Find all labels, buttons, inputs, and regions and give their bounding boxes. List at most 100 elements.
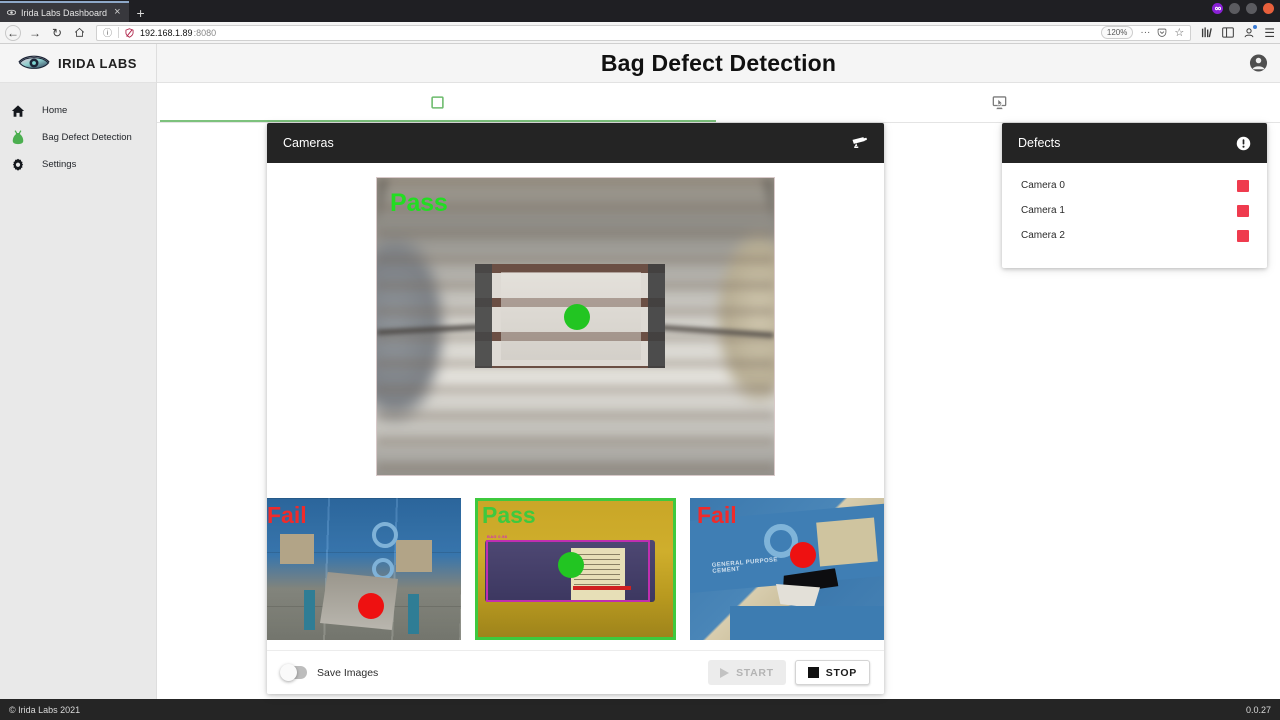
sidebar-item-home[interactable]: Home — [0, 97, 156, 124]
sidebar-item-label: Home — [42, 105, 68, 116]
sidebar-icon[interactable] — [1222, 27, 1235, 38]
browser-tab-close-icon[interactable]: × — [112, 7, 122, 18]
tracking-protection-icon[interactable] — [125, 27, 134, 38]
cameras-card-title: Cameras — [283, 136, 334, 150]
zoom-level-badge[interactable]: 120% — [1100, 26, 1134, 39]
defect-camera-label: Camera 2 — [1021, 230, 1065, 241]
defect-row[interactable]: Camera 1 — [1002, 198, 1267, 223]
window-minimize-button[interactable] — [1229, 3, 1240, 14]
thumb1-bbox-caption: BAG 0.98 — [487, 534, 508, 539]
stop-button[interactable]: STOP — [794, 660, 870, 685]
brand-name: IRIDA LABS — [58, 55, 137, 71]
hero-status-marker — [564, 304, 590, 330]
menu-icon[interactable]: ☰ — [1264, 26, 1275, 40]
cameras-body: Pass Fail BAG 0.98 Pass GENERAL PURPOSE … — [267, 163, 884, 650]
browser-chrome: Irida Labs Dashboard × + ← → ↻ ⓘ 192.168… — [0, 0, 1280, 44]
thumb2-tear-flap — [776, 584, 820, 608]
urlbar-actions: 120% ··· ☆ — [1100, 26, 1184, 39]
thumb0-logo-ring-a — [372, 522, 398, 548]
app-root: IRIDA LABS Home Bag Defect Detection Set… — [0, 44, 1280, 720]
thumb0-status-marker — [358, 593, 384, 619]
back-icon[interactable]: ← — [5, 24, 21, 41]
hero-camera-view[interactable]: Pass — [376, 177, 775, 476]
bookmark-star-icon[interactable]: ☆ — [1174, 26, 1184, 39]
thumb2-bag-bottom — [730, 606, 884, 640]
urlbar-divider — [118, 27, 120, 38]
thumb2-status-marker — [790, 542, 816, 568]
irida-eye-favicon — [7, 8, 16, 17]
defects-card-header: Defects — [1002, 123, 1267, 163]
save-images-toggle[interactable] — [280, 664, 307, 681]
new-tab-button[interactable]: + — [129, 6, 153, 22]
version-text: 0.0.27 — [1245, 704, 1271, 715]
sidebar-item-bag-defect-detection[interactable]: Bag Defect Detection — [0, 124, 156, 151]
pocket-icon[interactable] — [1157, 28, 1167, 38]
url-bar[interactable]: ⓘ 192.168.1.89 :8080 120% ··· ☆ — [96, 24, 1192, 41]
page-title: Bag Defect Detection — [600, 49, 837, 76]
thumb0-logo-ring-b — [372, 558, 394, 580]
cameras-footer: Save Images START STOP — [267, 650, 884, 694]
app-footer: © Irida Labs 2021 0.0.27 — [0, 699, 1280, 720]
thumb0-pallet-leg-a — [304, 590, 315, 630]
start-button[interactable]: START — [708, 660, 786, 685]
hero-verdict-label: Pass — [390, 189, 448, 217]
brand-header: IRIDA LABS — [0, 44, 156, 83]
browser-toolbar-icons: ☰ — [1197, 25, 1275, 40]
start-button-label: START — [736, 666, 774, 679]
defect-row[interactable]: Camera 0 — [1002, 173, 1267, 198]
window-controls — [1212, 3, 1274, 14]
thumb2-verdict-label: Fail — [697, 502, 737, 528]
sidebar-item-settings[interactable]: Settings — [0, 151, 156, 178]
browser-tab-title: Irida Labs Dashboard — [21, 7, 108, 18]
defects-card-title: Defects — [1018, 136, 1061, 150]
url-port: :8080 — [193, 27, 217, 38]
home-icon[interactable] — [68, 24, 90, 42]
defects-card: Defects Camera 0 Camera 1 Camera 2 — [1002, 123, 1267, 268]
account-circle-icon[interactable] — [1249, 54, 1268, 73]
window-close-button[interactable] — [1263, 3, 1274, 14]
security-camera-icon[interactable] — [851, 136, 868, 150]
monitor-square-icon — [431, 96, 444, 109]
save-images-label: Save Images — [317, 666, 379, 679]
thumb1-verdict-label: Pass — [482, 502, 536, 528]
forward-icon[interactable]: → — [24, 24, 46, 42]
screen-pointer-icon — [992, 95, 1007, 110]
main-column: Bag Defect Detection Cameras Pass Fail B… — [157, 44, 1280, 699]
view-tabs — [157, 83, 1280, 123]
camera-thumbnail-0[interactable]: Fail — [267, 498, 461, 640]
cameras-card: Cameras Pass Fail BAG 0.98 Pass GENERAL … — [267, 123, 884, 694]
status-badge — [1237, 204, 1249, 217]
toggle-knob — [280, 664, 297, 681]
playback-buttons: START STOP — [708, 660, 870, 685]
sidebar-nav: Home Bag Defect Detection Settings — [0, 83, 156, 178]
url-host: 192.168.1.89 — [140, 27, 193, 38]
tab-cameras[interactable] — [157, 83, 719, 122]
alert-circle-icon[interactable] — [1236, 136, 1251, 151]
defect-row[interactable]: Camera 2 — [1002, 223, 1267, 248]
tab-annotation[interactable] — [719, 83, 1280, 122]
browser-tab[interactable]: Irida Labs Dashboard × — [0, 1, 129, 22]
page-info-icon[interactable]: ⓘ — [103, 26, 112, 39]
sidebar-item-label: Settings — [42, 159, 77, 170]
library-icon[interactable] — [1201, 27, 1213, 38]
page-actions-icon[interactable]: ··· — [1140, 27, 1150, 38]
status-badge — [1237, 229, 1249, 242]
cameras-card-header: Cameras — [267, 123, 884, 163]
content-area: Cameras Pass Fail BAG 0.98 Pass GENERAL … — [157, 123, 1280, 699]
defect-camera-label: Camera 1 — [1021, 205, 1065, 216]
thumb0-verdict-label: Fail — [267, 502, 307, 528]
account-notification-dot — [1253, 25, 1258, 29]
browser-tabstrip: Irida Labs Dashboard × + — [0, 0, 1280, 22]
play-icon — [720, 667, 730, 678]
camera-thumbnail-2[interactable]: GENERAL PURPOSE CEMENT Fail — [690, 498, 884, 640]
window-maximize-button[interactable] — [1246, 3, 1257, 14]
browser-navbar: ← → ↻ ⓘ 192.168.1.89 :8080 120% ··· ☆ ☰ — [0, 22, 1280, 44]
defects-list: Camera 0 Camera 1 Camera 2 — [1002, 163, 1267, 248]
active-tab-underline — [160, 120, 716, 122]
camera-thumbnail-1[interactable]: BAG 0.98 Pass — [475, 498, 676, 640]
thumb0-pallet-leg-b — [408, 594, 419, 634]
profile-avatar-icon[interactable] — [1212, 3, 1223, 14]
reload-icon[interactable]: ↻ — [46, 24, 68, 42]
account-icon[interactable] — [1243, 25, 1258, 38]
sidebar: IRIDA LABS Home Bag Defect Detection Set… — [0, 44, 157, 699]
